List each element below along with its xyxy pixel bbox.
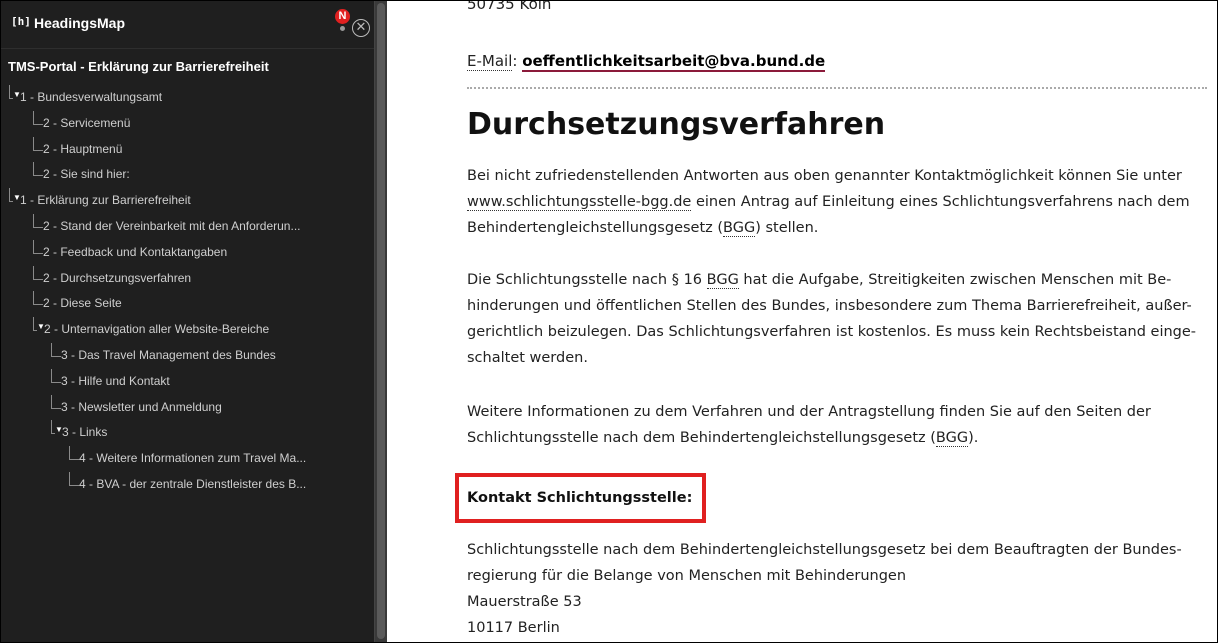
notification-badge[interactable]: N [335, 9, 350, 24]
tree-connector [33, 265, 34, 280]
p2-text-a: Die Schlichtungsstelle nach § 16 [467, 272, 707, 288]
tree-item[interactable]: 2 - Feedback und Kontaktangaben [1, 239, 375, 266]
tree-connector [33, 291, 34, 306]
tree-item-label: 2 - Diese Seite [43, 296, 122, 311]
tree-connector [33, 278, 43, 280]
tree-item-label: 3 - Newsletter und Anmeldung [61, 399, 222, 414]
address-partial: 50735 Köln [467, 0, 552, 13]
sidebar-scrollbar[interactable] [375, 1, 387, 643]
tree-connector [33, 110, 34, 125]
address-line-1: Schlichtungsstelle nach dem Behinderteng… [467, 542, 1182, 584]
tree-connector [51, 420, 52, 435]
tree-item-label: 2 - Feedback und Kontaktangaben [43, 244, 228, 259]
tree-item[interactable]: ▼ 1 - Bundesverwaltungsamt [1, 85, 375, 111]
tree-connector [69, 446, 70, 461]
tree-item-label: 3 - Links [62, 425, 108, 440]
notification-dot-icon [340, 26, 345, 31]
tree-item-label: 4 - BVA - der zentrale Dienstleister des… [79, 476, 307, 491]
tree-connector [33, 213, 34, 228]
tree-connector [33, 226, 43, 228]
tree-connector [33, 162, 34, 177]
tree-connector [33, 317, 34, 332]
tree-item[interactable]: ▼ 3 - Links [1, 420, 375, 446]
app-title: HeadingsMap [34, 15, 126, 31]
tree-item[interactable]: 3 - Das Travel Management des Bundes [1, 342, 375, 369]
tree-connector [9, 85, 10, 99]
tree-connector [51, 342, 52, 357]
tree-item[interactable]: 2 - Durchsetzungsverfahren [1, 265, 375, 292]
tree-item[interactable]: 2 - Stand der Vereinbarkeit mit den Anfo… [1, 213, 375, 240]
email-link[interactable]: oeffentlichkeitsarbeit@bva.bund.de [522, 52, 826, 72]
tree-item-label: 4 - Weitere Informationen zum Travel Ma.… [79, 451, 307, 466]
tree-item-label: 2 - Sie sind hier: [43, 167, 130, 182]
tree-item[interactable]: 2 - Hauptmenü [1, 136, 375, 163]
page-content: 50735 Köln E-Mail: oeffentlichkeitsarbei… [387, 0, 1217, 643]
p3-text-b: ). [968, 430, 979, 446]
bgg-abbr: BGG [723, 220, 756, 237]
tree-connector [33, 175, 43, 177]
tree-connector [51, 381, 61, 383]
tree-item-label: 2 - Durchsetzungsverfahren [43, 270, 192, 285]
tree-item-label: 2 - Unternavigation aller Website-Bereic… [44, 322, 270, 337]
kontakt-heading: Kontakt Schlichtungsstelle: [467, 490, 693, 506]
tree-item-label: 1 - Bundesverwaltungsamt [20, 90, 163, 104]
tree-item-label: 3 - Hilfe und Kontakt [61, 373, 170, 388]
tree-connector [51, 407, 61, 409]
tree-item[interactable]: 2 - Servicemenü [1, 110, 375, 137]
document-title[interactable]: TMS-Portal - Erklärung zur Barrierefreih… [8, 59, 269, 74]
page-heading: Durchsetzungsverfahren [467, 107, 886, 142]
tree-connector [33, 304, 43, 306]
tree-connector [69, 471, 70, 486]
tree-item[interactable]: 4 - BVA - der zentrale Dienstleister des… [1, 471, 375, 498]
tree-connector [33, 149, 43, 151]
tree-item[interactable]: 3 - Hilfe und Kontakt [1, 368, 375, 395]
address-block: Schlichtungsstelle nach dem Behinderteng… [467, 537, 1207, 641]
tree-connector [33, 239, 34, 254]
paragraph-3: Weitere Informationen zu dem Verfahren u… [467, 399, 1207, 451]
tree-connector [69, 484, 79, 486]
email-colon: : [512, 52, 523, 70]
tree-item[interactable]: 3 - Newsletter und Anmeldung [1, 394, 375, 421]
tree-item[interactable]: ▼ 1 - Erklärung zur Barrierefreiheit [1, 188, 375, 214]
tree-connector [51, 368, 52, 383]
headingsmap-logo-icon: [h] [11, 15, 31, 28]
address-street: Mauerstraße 53 [467, 594, 582, 610]
scrollbar-thumb[interactable] [377, 3, 385, 639]
section-divider [467, 87, 1207, 89]
p3-text-a: Weitere Informationen zu dem Verfahren u… [467, 404, 1151, 446]
tree-connector [51, 355, 61, 357]
tree-item-label: 1 - Erklärung zur Barrierefreiheit [20, 193, 191, 208]
headingsmap-sidebar: [h] HeadingsMap N ✕ TMS-Portal - Erkläru… [1, 1, 375, 643]
email-abbr: E-Mail [467, 52, 513, 71]
tree-item[interactable]: 2 - Sie sind hier: [1, 162, 375, 188]
tree-connector [33, 136, 34, 151]
tree-connector [51, 394, 52, 409]
sidebar-header: [h] HeadingsMap N ✕ [1, 1, 374, 49]
tree-item[interactable]: ▼ 2 - Unternavigation aller Website-Berei… [1, 317, 375, 343]
tree-connector [33, 252, 43, 254]
tree-connector [33, 123, 43, 125]
paragraph-2: Die Schlichtungsstelle nach § 16 BGG hat… [467, 267, 1207, 371]
tree-connector [9, 188, 10, 203]
bgg-abbr: BGG [706, 272, 739, 289]
tree-item-label: 3 - Das Travel Management des Bundes [61, 347, 276, 362]
tree-item[interactable]: 4 - Weitere Informationen zum Travel Ma.… [1, 446, 375, 472]
address-city: 10117 Berlin [467, 620, 560, 636]
p1-text-c: ) stellen. [755, 220, 819, 236]
tree-item[interactable]: 2 - Diese Seite [1, 291, 375, 317]
paragraph-1: Bei nicht zufriedenstellenden Antworten … [467, 163, 1207, 241]
tree-item-label: 2 - Stand der Vereinbarkeit mit den Anfo… [43, 218, 301, 233]
headings-tree: ▼ 1 - Bundesverwaltungsamt 2 - Servicemenü… [1, 85, 375, 498]
bgg-abbr: BGG [935, 430, 969, 447]
p1-text-a: Bei nicht zufriedenstellenden Antworten … [467, 168, 1182, 184]
close-icon[interactable]: ✕ [352, 19, 370, 37]
schlichtungsstelle-link[interactable]: www.schlichtungsstelle-bgg.de [467, 194, 692, 211]
tree-connector [69, 459, 79, 461]
tree-item-label: 2 - Servicemenü [43, 115, 131, 130]
email-line: E-Mail: oeffentlichkeitsarbeit@bva.bund.… [467, 52, 826, 72]
tree-item-label: 2 - Hauptmenü [43, 141, 123, 156]
